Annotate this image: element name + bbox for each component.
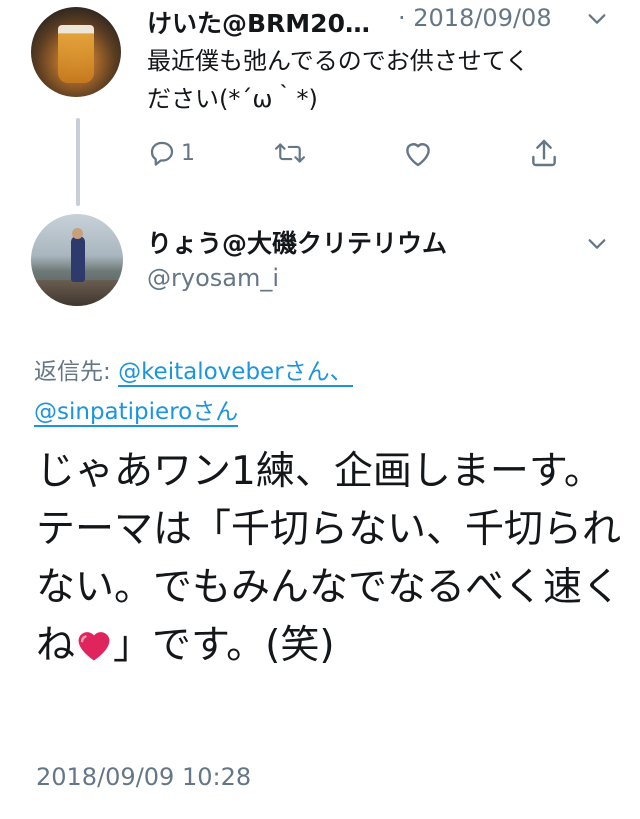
retweet-button[interactable]: [273, 136, 307, 170]
beer-glass-image: [58, 25, 94, 83]
like-button[interactable]: [402, 136, 434, 170]
reply-to-user-handle: @sinpatipiero: [34, 399, 193, 425]
avatar-rock: [31, 280, 123, 306]
reply-button[interactable]: 1: [147, 136, 195, 170]
author-name-main[interactable]: りょう@大磯クリテリウム: [147, 224, 447, 260]
chevron-down-icon[interactable]: [586, 8, 608, 30]
thread-line: [76, 118, 80, 206]
share-icon: [532, 139, 556, 167]
reply-icon: [150, 141, 174, 166]
tweet-text-parent: 最近僕も弛んでるのでお供させてく ださい(*´ω｀*): [147, 42, 617, 118]
reply-to-user-suffix: さん: [192, 399, 239, 425]
author-name-parent[interactable]: けいた@BRM20…: [147, 4, 370, 40]
like-icon: [406, 143, 430, 167]
avatar-figure: [71, 236, 85, 282]
chevron-down-icon[interactable]: [586, 233, 608, 255]
avatar-parent[interactable]: [31, 7, 121, 97]
tweet-text-line: ださい(*´ω｀*): [147, 85, 318, 113]
reply-to-user-suffix: さん、: [283, 359, 353, 385]
author-handle-main[interactable]: @ryosam_i: [147, 264, 279, 292]
avatar-figure-head: [72, 228, 83, 239]
reply-to-label: 返信先:: [34, 359, 119, 385]
tweet-date-parent[interactable]: · 2018/09/08: [398, 4, 552, 32]
tweet-timestamp[interactable]: 2018/09/09 10:28: [36, 763, 251, 791]
tweet-text-line: 最近僕も弛んでるのでお供させてく: [147, 47, 530, 75]
reply-to-user-link[interactable]: @sinpatipieroさん: [34, 399, 239, 427]
tweet-text-main: じゃあワン1練、企画しまーす。 テーマは「千切らない、千切られない。でもみんなで…: [36, 443, 626, 675]
reply-to-line: 返信先: @keitaloveberさん、 @sinpatipieroさん: [34, 352, 614, 432]
avatar-main[interactable]: [31, 214, 123, 306]
heart-emoji: [78, 632, 110, 661]
share-button[interactable]: [528, 136, 560, 170]
reply-to-user-link[interactable]: @keitaloveberさん、: [118, 359, 353, 387]
tweet-text-part: 」です。(笑): [113, 623, 335, 668]
retweet-icon: [274, 143, 306, 163]
reply-to-user-handle: @keitaloveber: [118, 359, 284, 385]
reply-count: 1: [181, 140, 195, 166]
